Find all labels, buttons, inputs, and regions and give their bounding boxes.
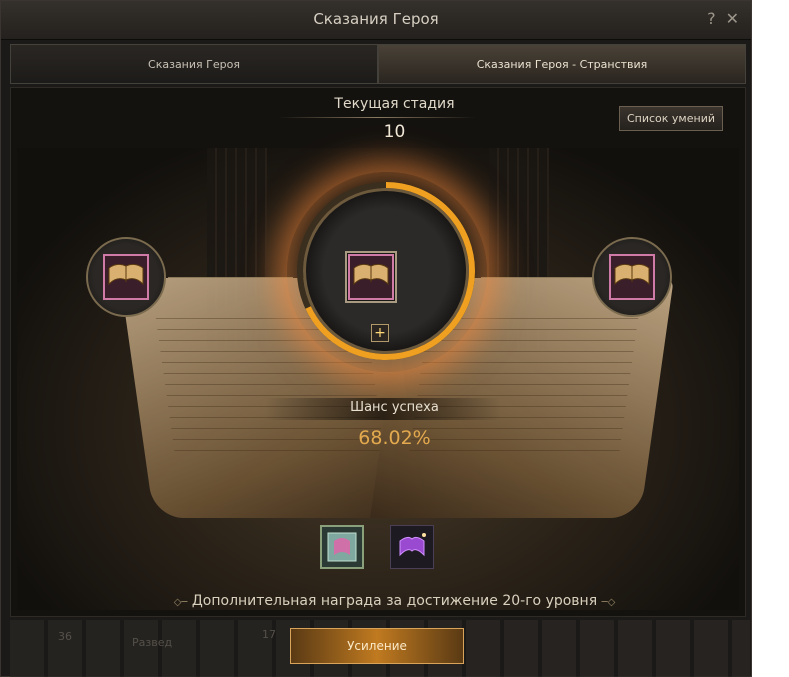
previous-stage-slot[interactable] bbox=[86, 237, 166, 317]
connector-line-right bbox=[481, 277, 592, 278]
spellbook-icon bbox=[103, 254, 149, 300]
hotbar-slot-label: Развед bbox=[132, 636, 173, 649]
enhance-target-slot[interactable] bbox=[345, 251, 397, 303]
help-icon[interactable]: ? bbox=[707, 9, 716, 28]
enhance-button[interactable]: Усиление bbox=[290, 628, 464, 664]
success-chance-value: 68.02% bbox=[358, 427, 431, 449]
ornament-right-icon: ─◇ bbox=[601, 597, 616, 608]
bonus-reward-caption: ◇─ Дополнительная награда за достижение … bbox=[0, 593, 789, 609]
spellbook-icon bbox=[609, 254, 655, 300]
window-title: Сказания Героя bbox=[313, 10, 439, 28]
bonus-reward-text: Дополнительная награда за достижение 20-… bbox=[191, 593, 598, 609]
reward-item-scroll[interactable] bbox=[320, 525, 364, 569]
skills-list-button[interactable]: Список умений bbox=[619, 106, 723, 131]
connector-line-left bbox=[168, 277, 293, 278]
stage-divider bbox=[278, 117, 476, 118]
add-material-button[interactable]: + bbox=[371, 324, 389, 342]
reward-item-book[interactable] bbox=[390, 525, 434, 569]
hotbar-slot-count: 36 bbox=[58, 630, 72, 643]
ornament-left-icon: ◇─ bbox=[173, 597, 188, 608]
success-chance-label: Шанс успеха bbox=[350, 400, 439, 415]
hotbar-slot-number: 17 bbox=[262, 628, 276, 641]
tab-bar: Сказания Героя Сказания Героя - Странств… bbox=[10, 44, 746, 84]
title-bar[interactable]: Сказания Героя ? ✕ bbox=[1, 1, 751, 40]
next-stage-slot[interactable] bbox=[592, 237, 672, 317]
purple-book-icon bbox=[399, 533, 426, 557]
close-icon[interactable]: ✕ bbox=[726, 9, 739, 28]
magic-scroll-icon bbox=[327, 532, 357, 562]
tab-hero-tales[interactable]: Сказания Героя bbox=[10, 44, 378, 84]
spellbook-icon bbox=[348, 254, 394, 300]
tab-hero-tales-journeys[interactable]: Сказания Героя - Странствия bbox=[378, 44, 746, 84]
